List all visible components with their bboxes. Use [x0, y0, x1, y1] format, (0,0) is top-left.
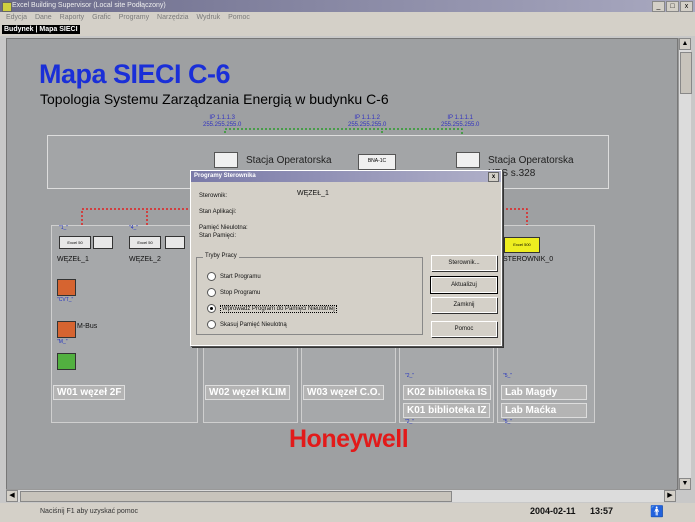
status-hint: Naciśnij F1 aby uzyskać pomoc — [40, 508, 139, 515]
stan-aplikacji-label: Stan Aplikacji: — [199, 209, 237, 215]
controller-sterownik[interactable]: Excel 500 — [504, 237, 540, 253]
group-w03 — [301, 343, 396, 423]
group-w02 — [203, 343, 298, 423]
radio-button[interactable] — [207, 288, 216, 297]
honeywell-logo: Honeywell — [289, 425, 409, 453]
device-tag: "CVT_" — [57, 297, 74, 303]
sterownik-label: Sterownik: — [199, 193, 228, 199]
stan-pamieci-label: Stan Pamięci: — [199, 233, 237, 239]
sterownik-value: WĘZEŁ_1 — [297, 190, 329, 197]
dialog-title: Programy Sterownika — [194, 173, 256, 179]
dialog-close-icon[interactable]: x — [488, 172, 499, 182]
label-k02[interactable]: K02 biblioteka IS — [403, 385, 492, 400]
scroll-down-icon[interactable]: ▼ — [679, 478, 691, 490]
tryby-pracy-group: Tryby Pracy Start Programu Stop Programu… — [196, 253, 423, 335]
node-label-wezel2: WĘZEŁ_2 — [129, 256, 161, 263]
node-label-wezel1: WĘZEŁ_1 — [57, 256, 89, 263]
radio-label: Wprowadź Program do Pamięci Nieulotnej — [220, 304, 337, 313]
label-w02[interactable]: W02 węzeł KLIM — [205, 385, 291, 400]
sterownik-button[interactable]: Sterownik... — [431, 255, 497, 271]
menu-programy[interactable]: Programy — [119, 14, 149, 21]
field-module-device[interactable] — [57, 353, 76, 370]
scroll-right-icon[interactable]: ▶ — [664, 490, 676, 502]
window-title: Excel Building Supervisor (Local site Po… — [12, 2, 166, 9]
label-w01[interactable]: W01 węzeł 2F — [53, 385, 126, 400]
menu-pomoc[interactable]: Pomoc — [228, 14, 250, 21]
device-tag: "M_" — [57, 339, 68, 345]
scroll-left-icon[interactable]: ◀ — [6, 490, 18, 502]
pamiec-nieulotna-label: Pamięć Nieulotna: — [199, 225, 248, 231]
controller-programs-dialog: Programy Sterownika x Sterownik: WĘZEŁ_1… — [190, 170, 502, 346]
minimize-icon[interactable]: _ — [652, 1, 665, 12]
dialog-titlebar: Programy Sterownika x — [191, 171, 501, 182]
status-time: 13:57 — [590, 506, 614, 516]
operator-station-pc[interactable] — [214, 152, 238, 168]
operator-station-xbs-pc[interactable] — [456, 152, 480, 168]
radio-start-programu[interactable]: Start Programu — [207, 272, 261, 281]
mbus-label: M-Bus — [77, 323, 98, 330]
controller-wezel2[interactable]: Excel 50 — [129, 236, 161, 249]
scroll-up-icon[interactable]: ▲ — [679, 38, 691, 50]
vertical-scrollbar[interactable]: ▲ ▼ — [678, 38, 692, 490]
radio-button[interactable] — [207, 272, 216, 281]
controller-tag: "1_" — [59, 225, 69, 231]
label-k01[interactable]: K01 biblioteka IZ — [403, 403, 491, 418]
device-tag: "5_" — [503, 419, 513, 425]
controller-wezel1-module[interactable] — [93, 236, 113, 249]
tab-budynek-mapa[interactable]: Budynek | Mapa SIECI — [2, 25, 80, 34]
pomoc-button[interactable]: Pomoc — [431, 321, 497, 337]
menu-narzedzia[interactable]: Narzędzia — [157, 14, 189, 21]
scroll-thumb[interactable] — [680, 52, 692, 94]
menu-dane[interactable]: Dane — [35, 14, 52, 21]
radio-label: Skasuj Pamięć Nieulotną — [220, 321, 287, 328]
menu-raporty[interactable]: Raporty — [60, 14, 85, 21]
status-bar: Naciśnij F1 aby uzyskać pomoc 2004-02-11… — [0, 503, 695, 522]
zamknij-button[interactable]: Zamknij — [431, 297, 497, 313]
tryby-pracy-legend: Tryby Pracy — [203, 253, 239, 259]
operator-station-label: Stacja Operatorska — [246, 155, 332, 166]
label-lab-magdy[interactable]: Lab Magdy — [501, 385, 587, 400]
radio-label: Start Programu — [220, 273, 261, 280]
controller-wezel1[interactable]: Excel 50 — [59, 236, 91, 249]
maximize-icon[interactable]: □ — [666, 1, 679, 12]
mbus-device[interactable] — [57, 321, 76, 338]
device-tag: "2_" — [405, 373, 415, 379]
tab-strip: Budynek | Mapa SIECI — [0, 24, 695, 36]
label-w03[interactable]: W03 węzeł C.O. — [303, 385, 385, 400]
radio-skasuj-pamiec[interactable]: Skasuj Pamięć Nieulotną — [207, 320, 287, 329]
radio-button-selected[interactable] — [207, 304, 216, 313]
bna-device[interactable]: BNA-1C — [358, 154, 396, 170]
radio-wprowadz-program[interactable]: Wprowadź Program do Pamięci Nieulotnej — [207, 304, 337, 313]
close-icon[interactable]: x — [680, 1, 693, 12]
status-date: 2004-02-11 — [530, 506, 576, 516]
label-lab-macka[interactable]: Lab Maćka — [501, 403, 587, 418]
device-tag: "5_" — [503, 373, 513, 379]
menu-wydruk[interactable]: Wydruk — [197, 14, 221, 21]
cvt-device[interactable] — [57, 279, 76, 296]
menu-edycja[interactable]: Edycja — [6, 14, 27, 21]
node-label-sterownik: STEROWNIK_0 — [503, 256, 554, 263]
app-icon — [2, 2, 12, 12]
horizontal-scrollbar[interactable]: ◀ ▶ — [6, 489, 676, 502]
controller-wezel2-module[interactable] — [165, 236, 185, 249]
radio-stop-programu[interactable]: Stop Programu — [207, 288, 260, 297]
window-controls: _ □ x — [652, 1, 693, 12]
hscroll-thumb[interactable] — [20, 491, 452, 502]
aktualizuj-button[interactable]: Aktualizuj — [430, 276, 498, 294]
station-name: Stacja Operatorska — [488, 155, 574, 166]
window-titlebar: Excel Building Supervisor (Local site Po… — [0, 0, 695, 12]
controller-tag: "4_" — [129, 225, 139, 231]
user-icon: 🚹 — [650, 506, 664, 518]
menu-bar: Edycja Dane Raporty Grafic Programy Narz… — [0, 12, 695, 24]
menu-grafic[interactable]: Grafic — [92, 14, 111, 21]
radio-label: Stop Programu — [220, 289, 261, 296]
radio-button[interactable] — [207, 320, 216, 329]
